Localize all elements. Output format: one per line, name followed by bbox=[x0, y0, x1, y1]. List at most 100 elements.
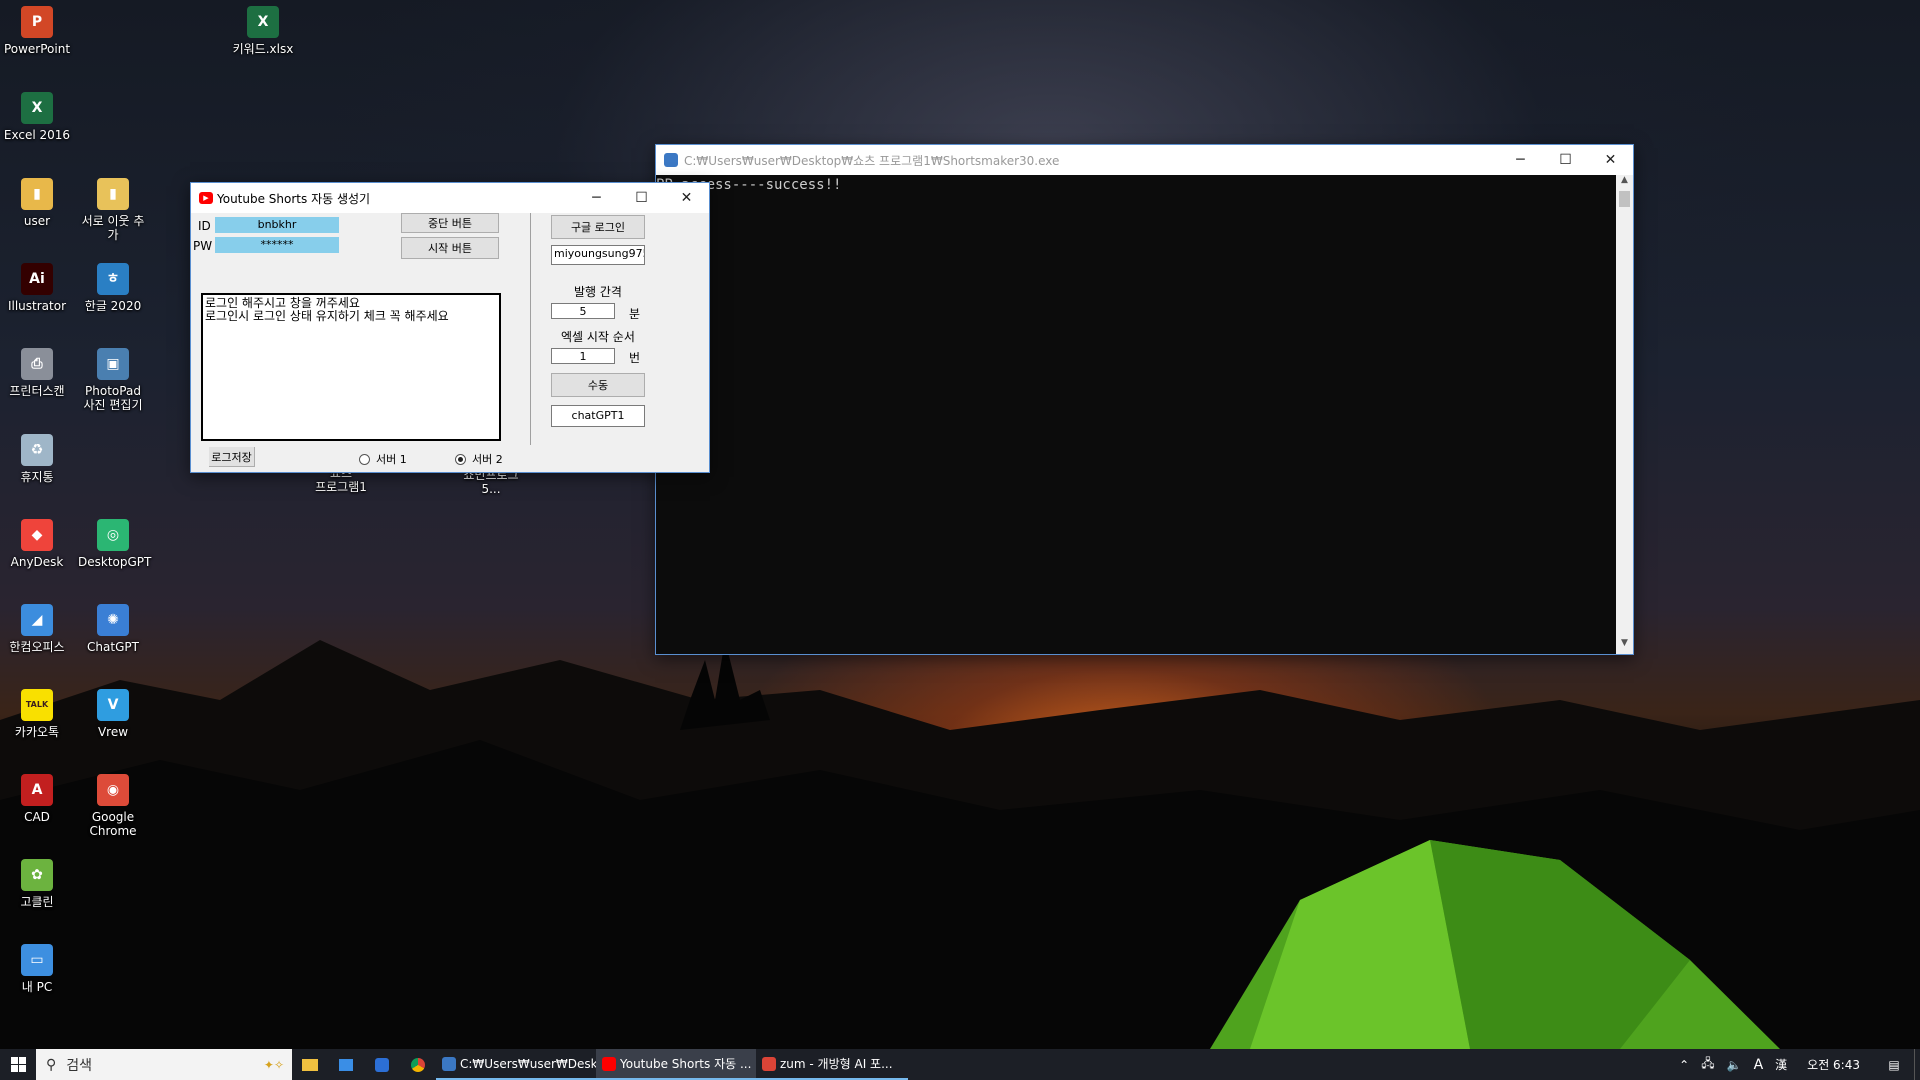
desktop-icon[interactable]: ㅎ 한글 2020 bbox=[78, 263, 148, 313]
recycle-bin-icon: ♻ bbox=[21, 434, 53, 466]
chrome-icon bbox=[411, 1057, 425, 1072]
console-window[interactable]: C:₩Users₩user₩Desktop₩쇼츠 프로그램1₩Shortsmak… bbox=[655, 144, 1634, 655]
desktop-icon-label: Vrew bbox=[97, 725, 129, 739]
google-login-button[interactable]: 구글 로그인 bbox=[551, 215, 645, 239]
taskbar-file-explorer[interactable] bbox=[292, 1049, 328, 1080]
app-titlebar[interactable]: ▶ Youtube Shorts 자동 생성기 ─ ☐ ✕ bbox=[191, 183, 709, 213]
desktop-icon-label: 휴지통 bbox=[20, 470, 54, 484]
windows-logo-icon bbox=[10, 1057, 26, 1072]
ime-indicator[interactable]: A bbox=[1748, 1049, 1770, 1080]
pw-input[interactable]: ****** bbox=[215, 237, 339, 253]
chrome-icon bbox=[762, 1056, 776, 1071]
close-button[interactable]: ✕ bbox=[1588, 145, 1633, 175]
desktop-icon[interactable]: ◎ DesktopGPT bbox=[78, 519, 151, 569]
desktop-icon[interactable]: ▣ PhotoPad 사진 편집기 bbox=[78, 348, 148, 412]
interval-input[interactable]: 5 bbox=[551, 303, 615, 319]
app-icon bbox=[375, 1057, 389, 1072]
shorts-generator-window[interactable]: ▶ Youtube Shorts 자동 생성기 ─ ☐ ✕ ID bnbkhr … bbox=[190, 182, 710, 473]
desktop-icon-label: PowerPoint bbox=[3, 42, 71, 56]
server2-radio[interactable]: 서버 2 bbox=[455, 451, 503, 467]
goclean-icon: ✿ bbox=[21, 859, 53, 891]
tray-overflow-icon[interactable]: ⌃ bbox=[1673, 1049, 1695, 1080]
desktop-icon[interactable]: TALK 카카오톡 bbox=[2, 689, 72, 739]
excel-order-input[interactable]: 1 bbox=[551, 348, 615, 364]
desktop-icon[interactable]: ▮ 서로 이웃 추가 bbox=[78, 178, 148, 242]
scroll-thumb[interactable] bbox=[1619, 191, 1630, 207]
youtube-icon: ▶ bbox=[199, 192, 213, 204]
scroll-up-arrow-icon[interactable]: ▲ bbox=[1616, 175, 1633, 191]
desktop-icon[interactable]: A CAD bbox=[2, 774, 72, 824]
taskbar-task-label: C:₩Users₩user₩Desk... bbox=[460, 1056, 596, 1071]
desktop-icon-label: ChatGPT bbox=[87, 640, 139, 654]
console-titlebar[interactable]: C:₩Users₩user₩Desktop₩쇼츠 프로그램1₩Shortsmak… bbox=[656, 145, 1633, 175]
console-scrollbar[interactable]: ▲ ▼ bbox=[1616, 175, 1633, 654]
pw-label: PW bbox=[193, 239, 213, 253]
desktop-icon-label: CAD bbox=[24, 810, 50, 824]
chatgpt-icon: ✺ bbox=[97, 604, 129, 636]
desktop-icon[interactable]: X 키워드.xlsx bbox=[228, 6, 298, 56]
taskbar-chrome[interactable] bbox=[400, 1049, 436, 1080]
scroll-down-arrow-icon[interactable]: ▼ bbox=[1616, 638, 1633, 654]
desktop-icon[interactable]: ▮ user bbox=[2, 178, 72, 228]
excel-icon: X bbox=[21, 92, 53, 124]
taskbar-task[interactable]: zum - 개방형 AI 포... bbox=[756, 1049, 908, 1080]
maximize-button[interactable]: ☐ bbox=[619, 183, 664, 213]
log-line: 로그인시 로그인 상태 유지하기 체크 꼭 해주세요 bbox=[205, 309, 449, 323]
server1-label: 서버 1 bbox=[376, 453, 407, 466]
desktop-icon[interactable]: P PowerPoint bbox=[2, 6, 72, 56]
desktop-icon[interactable]: ◉ Google Chrome bbox=[78, 774, 148, 838]
show-desktop-button[interactable] bbox=[1914, 1049, 1920, 1080]
folder-icon: ▮ bbox=[97, 178, 129, 210]
desktop-icon-label: 카카오톡 bbox=[14, 725, 60, 739]
desktop-icon-label: 내 PC bbox=[21, 980, 53, 994]
taskbar-app[interactable] bbox=[364, 1049, 400, 1080]
start-button[interactable] bbox=[0, 1049, 36, 1080]
volume-icon[interactable]: 🔈 bbox=[1721, 1049, 1748, 1080]
kakaotalk-icon: TALK bbox=[21, 689, 53, 721]
desktop-icon[interactable]: ⎙ 프린터스캔 bbox=[2, 348, 72, 398]
desktop-icon[interactable]: ✺ ChatGPT bbox=[78, 604, 148, 654]
close-button[interactable]: ✕ bbox=[664, 183, 709, 213]
taskbar-task[interactable]: C:₩Users₩user₩Desk... bbox=[436, 1049, 596, 1080]
maximize-button[interactable]: ☐ bbox=[1543, 145, 1588, 175]
start-button[interactable]: 시작 버튼 bbox=[401, 237, 499, 259]
log-save-button[interactable]: 로그저장 bbox=[209, 447, 255, 467]
server2-label: 서버 2 bbox=[472, 453, 503, 466]
account-input[interactable]: miyoungsung975 bbox=[551, 245, 645, 265]
desktop-icon[interactable]: ▭ 내 PC bbox=[2, 944, 72, 994]
clock[interactable]: 오전 6:43 bbox=[1793, 1049, 1874, 1080]
console-title: C:₩Users₩user₩Desktop₩쇼츠 프로그램1₩Shortsmak… bbox=[684, 153, 1060, 168]
taskbar-store[interactable] bbox=[328, 1049, 364, 1080]
desktop-icon-label: AnyDesk bbox=[10, 555, 64, 569]
radio-unchecked-icon bbox=[359, 453, 370, 465]
chatgpt-input[interactable]: chatGPT1 bbox=[551, 405, 645, 427]
network-icon[interactable]: 🖧 bbox=[1695, 1049, 1720, 1080]
desktop-icon-label: Illustrator bbox=[7, 299, 67, 313]
minimize-button[interactable]: ─ bbox=[574, 183, 619, 213]
notification-icon[interactable]: ▤ bbox=[1874, 1049, 1914, 1080]
console-output-line: PP access----success!! bbox=[656, 177, 842, 193]
ime-hanja-indicator[interactable]: 漢 bbox=[1769, 1049, 1793, 1080]
radio-checked-icon bbox=[455, 453, 466, 465]
desktop-icon[interactable]: Ai Illustrator bbox=[2, 263, 72, 313]
log-textarea[interactable]: 로그인 해주시고 창을 꺼주세요 로그인시 로그인 상태 유지하기 체크 꼭 해… bbox=[201, 293, 501, 441]
excel-order-unit: 번 bbox=[629, 351, 641, 365]
desktop-icon[interactable]: ◢ 한컴오피스 bbox=[2, 604, 72, 654]
desktop-icon[interactable]: ◆ AnyDesk bbox=[2, 519, 72, 569]
taskbar: ⚲ 검색 ✦✧ C:₩Users₩user₩Desk... Youtube Sho… bbox=[0, 1049, 1920, 1080]
stop-button[interactable]: 중단 버튼 bbox=[401, 213, 499, 233]
my-pc-icon: ▭ bbox=[21, 944, 53, 976]
taskbar-task[interactable]: Youtube Shorts 자동 ... bbox=[596, 1049, 756, 1080]
id-input[interactable]: bnbkhr bbox=[215, 217, 339, 233]
minimize-button[interactable]: ─ bbox=[1498, 145, 1543, 175]
desktop-icon[interactable]: V Vrew bbox=[78, 689, 148, 739]
desktop-icon[interactable]: X Excel 2016 bbox=[2, 92, 72, 142]
desktop-icon[interactable]: ✿ 고클린 bbox=[2, 859, 72, 909]
server1-radio[interactable]: 서버 1 bbox=[359, 451, 407, 467]
console-output-area[interactable]: PP access----success!! bbox=[656, 175, 1616, 654]
desktop-icon[interactable]: ♻ 휴지통 bbox=[2, 434, 72, 484]
search-box[interactable]: ⚲ 검색 ✦✧ bbox=[36, 1049, 292, 1080]
desktop-icon-label: 한컴오피스 bbox=[9, 640, 65, 654]
desktop-icon-label: 서로 이웃 추가 bbox=[81, 214, 145, 242]
manual-button[interactable]: 수동 bbox=[551, 373, 645, 397]
